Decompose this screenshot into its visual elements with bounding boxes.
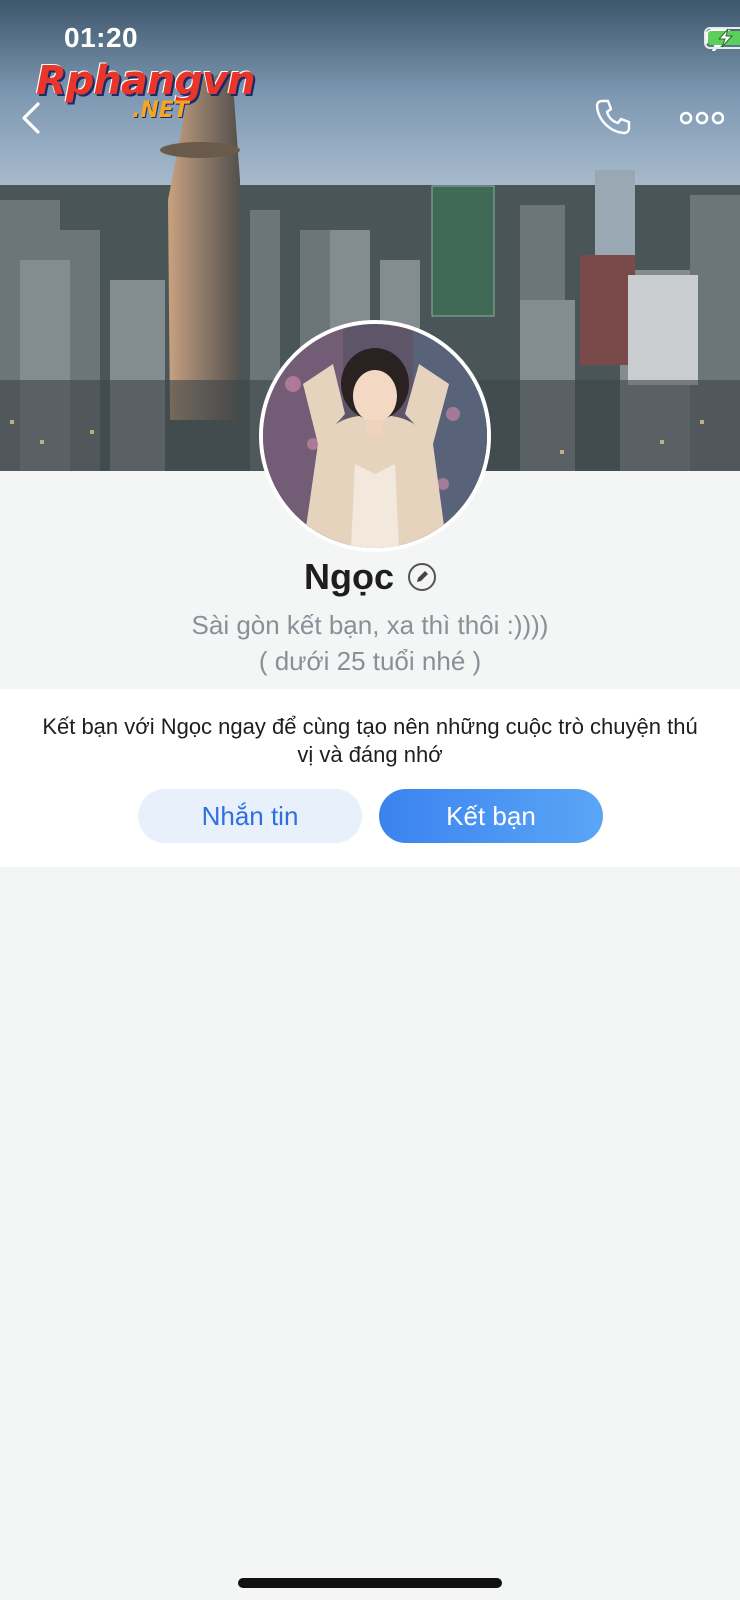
avatar[interactable] (259, 320, 491, 552)
watermark-logo: Rphangvn .NET (36, 58, 256, 123)
profile-bio-line1: Sài gòn kết bạn, xa thì thôi :)))) (191, 610, 549, 640)
phone-icon (595, 99, 631, 135)
avatar-photo (263, 324, 487, 548)
battery-charging-icon (704, 27, 740, 49)
message-button[interactable]: Nhắn tin (138, 789, 362, 843)
home-indicator[interactable] (238, 1578, 502, 1588)
add-friend-card: Kết bạn với Ngọc ngay để cùng tạo nên nh… (0, 689, 740, 867)
edit-name-button[interactable] (408, 563, 436, 591)
profile-bio-line2: ( dưới 25 tuổi nhé ) (258, 646, 482, 676)
pencil-icon (417, 571, 428, 582)
chevron-left-icon (22, 102, 40, 134)
status-time: 01:20 (64, 22, 139, 53)
add-friend-button[interactable]: Kết bạn (379, 789, 603, 843)
profile-name: Ngọc (304, 556, 394, 597)
watermark-sub: .NET (132, 98, 189, 123)
profile-name-row: Ngọc (0, 556, 740, 598)
invite-text: Kết bạn với Ngọc ngay để cùng tạo nên nh… (42, 714, 698, 767)
more-dots-icon (680, 111, 724, 125)
